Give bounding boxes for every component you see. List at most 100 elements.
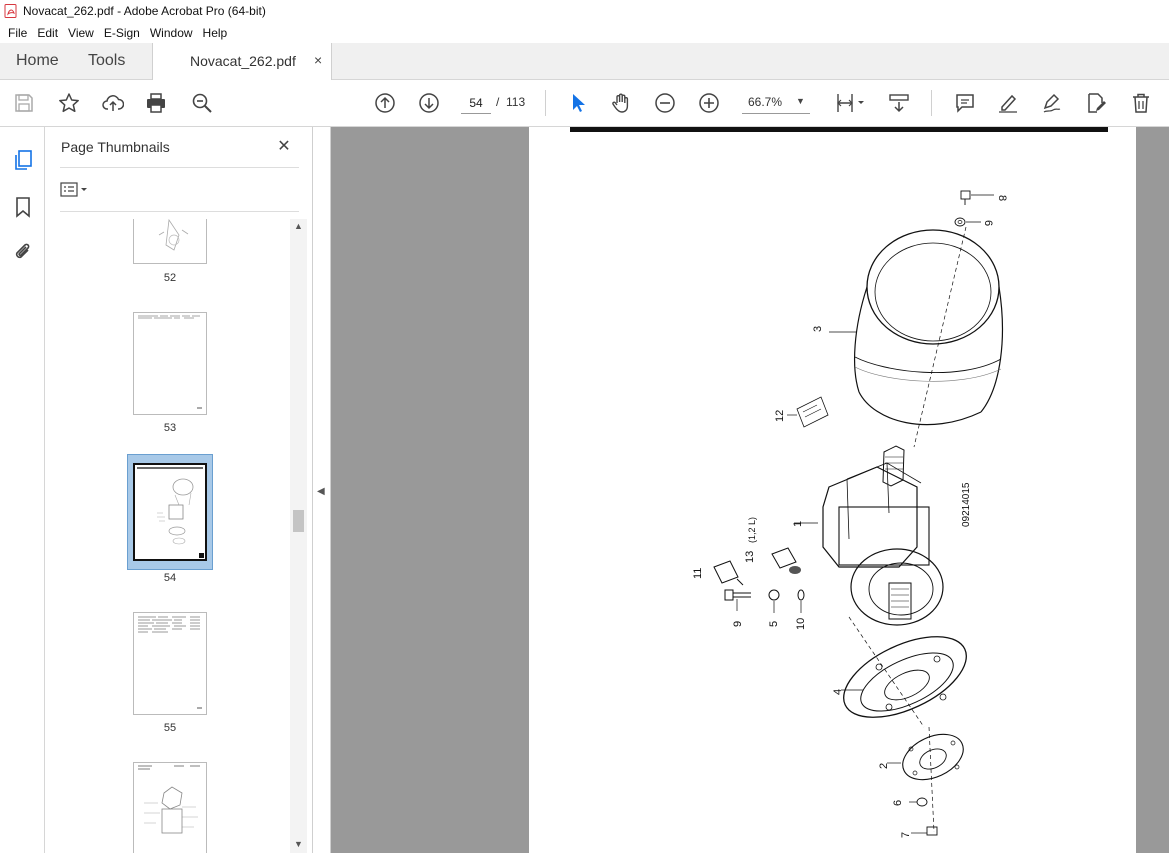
thumbnail-page-label: 53 [163, 422, 177, 434]
upload-button[interactable] [100, 90, 126, 116]
callout-label: (1,2 L) [747, 517, 757, 543]
menu-help[interactable]: Help [199, 26, 232, 40]
close-panel-icon[interactable]: ✕ [273, 135, 295, 157]
page-thumbnails-panel: Page Thumbnails ✕ 52 53 54 55 ▲ ▼ [45, 127, 313, 853]
callout-label: 2 [878, 763, 890, 769]
page-number-input[interactable] [461, 92, 491, 114]
comment-icon [956, 94, 974, 113]
tab-home[interactable]: Home [16, 43, 59, 79]
delete-button[interactable] [1128, 90, 1154, 116]
print-button[interactable] [143, 90, 169, 116]
select-tool-button[interactable] [565, 90, 591, 116]
collapse-left-icon[interactable]: ◀ [317, 486, 325, 497]
thumbnail-page[interactable] [133, 219, 207, 264]
previous-page-button[interactable] [372, 90, 398, 116]
arrow-up-circle-icon [375, 93, 395, 113]
tab-tools[interactable]: Tools [88, 43, 125, 79]
zoom-in-button[interactable] [696, 90, 722, 116]
zoom-value: 66.7% [748, 95, 783, 109]
callout-label: 3 [812, 326, 824, 332]
scroll-down-icon[interactable]: ▼ [293, 839, 304, 851]
star-icon [59, 93, 79, 113]
thumbnail-page[interactable] [133, 762, 207, 853]
page-fit-button[interactable] [832, 90, 866, 116]
toolbar-divider [545, 90, 546, 116]
comment-button[interactable] [952, 90, 978, 116]
pdf-page: 8 6 3 12 1 13 (1,2 L) 11 9 5 10 4 2 6 7 … [529, 127, 1136, 853]
toolbar-divider [931, 90, 932, 116]
scrolling-mode-icon [889, 94, 909, 113]
thumbnail-list: 52 53 54 55 [45, 219, 290, 853]
plus-circle-icon [699, 93, 719, 113]
scroll-up-icon[interactable]: ▲ [293, 221, 304, 233]
cursor-arrow-icon [573, 94, 585, 112]
zoom-out-button[interactable] [652, 90, 678, 116]
panel-title: Page Thumbnails [61, 139, 170, 155]
scroll-mode-button[interactable] [886, 90, 912, 116]
edit-pdf-button[interactable] [1083, 90, 1109, 116]
thumbnail-page[interactable] [133, 312, 207, 415]
callout-label: 12 [774, 410, 786, 422]
page-thumbnails-rail-button[interactable] [10, 147, 36, 173]
magnifier-minus-icon [192, 93, 212, 113]
attachments-rail-button[interactable] [10, 239, 36, 265]
thumbnail-drawing [137, 467, 204, 558]
zoom-level-dropdown[interactable]: 66.7% ▼ [742, 92, 810, 114]
navigation-rail [0, 127, 45, 853]
trash-icon [1133, 93, 1149, 113]
save-icon [15, 94, 33, 112]
thumbnail-options-button[interactable] [60, 179, 96, 201]
total-pages: 113 [506, 95, 526, 109]
callout-label: 13 [744, 551, 756, 563]
callout-label: 5 [768, 621, 780, 627]
hand-icon [612, 93, 629, 113]
tab-document[interactable]: Novacat_262.pdf × [152, 43, 332, 81]
highlighter-icon [999, 94, 1017, 113]
highlight-button[interactable] [995, 90, 1021, 116]
edit-document-icon [1088, 93, 1106, 113]
toolbar: / 113 66.7% ▼ [0, 80, 1169, 127]
thumbnail-text-lines [138, 315, 202, 409]
menu-edit[interactable]: Edit [33, 26, 62, 40]
sign-button[interactable] [1039, 90, 1065, 116]
menu-file[interactable]: File [4, 26, 31, 40]
menu-bar: File Edit View E-Sign Window Help [0, 22, 1169, 43]
panel-divider [60, 211, 299, 212]
scrollbar-thumb[interactable] [293, 510, 304, 532]
bookmarks-rail-button[interactable] [10, 194, 36, 220]
zoom-search-button[interactable] [189, 90, 215, 116]
callout-label: 9 [732, 621, 744, 627]
bookmark-icon [16, 197, 30, 218]
panel-collapse-strip[interactable]: ◀ [313, 127, 331, 853]
callout-label: 7 [900, 832, 912, 838]
thumbnail-scrollbar[interactable]: ▲ ▼ [290, 219, 307, 853]
tab-bar: Home Tools Novacat_262.pdf × [0, 43, 1169, 81]
menu-window[interactable]: Window [146, 26, 197, 40]
thumbnail-page-label: 52 [163, 272, 177, 284]
document-tab-label: Novacat_262.pdf [190, 53, 296, 69]
window-title: Novacat_262.pdf - Adobe Acrobat Pro (64-… [23, 4, 266, 18]
thumbnail-page[interactable] [133, 612, 207, 715]
thumbnail-page-current[interactable] [133, 463, 207, 561]
pen-sign-icon [1043, 93, 1061, 113]
document-view[interactable]: 8 6 3 12 1 13 (1,2 L) 11 9 5 10 4 2 6 7 … [331, 127, 1169, 853]
bookmark-star-button[interactable] [56, 90, 82, 116]
menu-view[interactable]: View [64, 26, 98, 40]
page-thumbnails-icon [15, 150, 32, 170]
acrobat-app-icon [4, 4, 17, 18]
thumbnail-drawing [138, 765, 200, 834]
panel-divider [60, 167, 299, 168]
cloud-upload-icon [102, 95, 124, 111]
callout-label: 10 [795, 618, 807, 630]
hand-tool-button[interactable] [608, 90, 634, 116]
close-tab-icon[interactable]: × [314, 52, 322, 68]
menu-esign[interactable]: E-Sign [100, 26, 144, 40]
callout-label: 1 [792, 521, 804, 527]
callout-label: 4 [832, 689, 844, 695]
next-page-button[interactable] [416, 90, 442, 116]
thumbnail-page-label: 55 [163, 722, 177, 734]
save-button[interactable] [11, 90, 37, 116]
thumbnail-drawing [158, 219, 189, 251]
drawing-code: 09214015 [961, 482, 972, 527]
chevron-down-icon: ▼ [796, 96, 805, 106]
